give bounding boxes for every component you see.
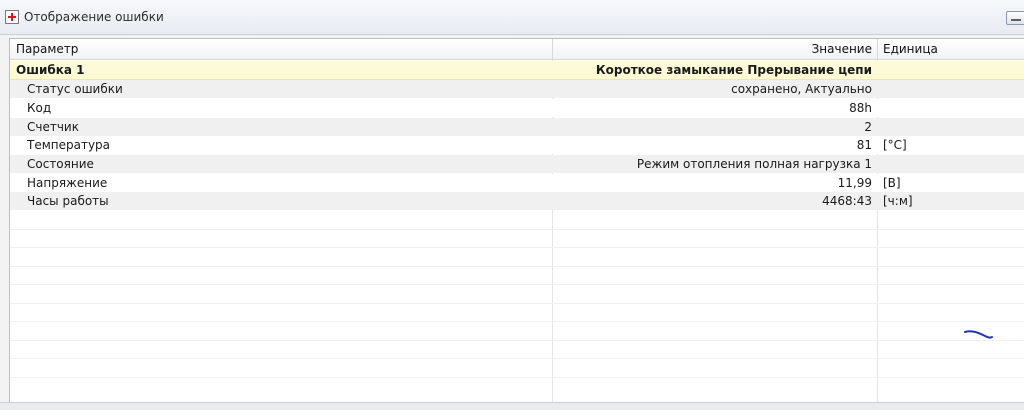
row-unit: [°C] [883, 138, 907, 152]
row-value: 88h [849, 101, 872, 115]
grid-header: Параметр Значение Единица [10, 39, 1024, 60]
column-header-value[interactable]: Значение [812, 42, 872, 56]
column-header-parameter[interactable]: Параметр [16, 42, 78, 56]
row-parameter: Счетчик [27, 120, 79, 134]
row-value: Режим отопления полная нагрузка 1 [636, 157, 872, 171]
red-cross-icon [5, 10, 19, 24]
empty-row-line [10, 321, 1024, 322]
empty-row-line [10, 266, 1024, 267]
row-parameter: Напряжение [27, 176, 108, 190]
table-row[interactable]: Часы работы 4468:43 [ч:м] [10, 192, 1024, 210]
empty-row-line [10, 340, 1024, 341]
empty-row-line [10, 303, 1024, 304]
group-label: Ошибка 1 [16, 63, 85, 77]
row-unit: [ч:м] [883, 194, 913, 208]
window-titlebar: Отображение ошибки [0, 0, 1024, 35]
row-parameter: Состояние [27, 157, 94, 171]
row-value: 2 [864, 120, 872, 134]
table-row[interactable]: Счетчик 2 [10, 118, 1024, 136]
table-row[interactable]: Состояние Режим отопления полная нагрузк… [10, 155, 1024, 173]
row-value: сохранено, Актуально [731, 82, 872, 96]
table-row[interactable]: Статус ошибки сохранено, Актуально [10, 80, 1024, 98]
row-value: 81 [856, 138, 872, 152]
row-value: 11,99 [837, 176, 872, 190]
header-separator[interactable] [552, 39, 553, 59]
minimize-button[interactable] [1006, 11, 1024, 25]
empty-row-line [10, 284, 1024, 285]
row-unit: [В] [883, 176, 901, 190]
table-row[interactable]: Напряжение 11,99 [В] [10, 174, 1024, 192]
group-value: Короткое замыкание Прерывание цепи [595, 63, 872, 77]
empty-row-line [10, 247, 1024, 248]
group-row-error-1[interactable]: Ошибка 1 Короткое замыкание Прерывание ц… [10, 61, 1024, 80]
row-parameter: Статус ошибки [27, 82, 123, 96]
row-parameter: Часы работы [27, 194, 109, 208]
column-header-unit[interactable]: Единица [883, 42, 938, 56]
empty-row-line [10, 229, 1024, 230]
row-parameter: Температура [27, 138, 111, 152]
table-row[interactable]: Температура 81 [°C] [10, 136, 1024, 154]
error-details-grid: Параметр Значение Единица Ошибка 1 Корот… [9, 38, 1024, 404]
row-value: 4468:43 [822, 194, 872, 208]
empty-row-line [10, 377, 1024, 378]
header-separator[interactable] [877, 39, 878, 59]
window-title: Отображение ошибки [24, 10, 164, 24]
pen-mark-annotation [964, 330, 993, 339]
table-row[interactable]: Код 88h [10, 99, 1024, 117]
row-parameter: Код [27, 101, 52, 115]
empty-row-line [10, 358, 1024, 359]
